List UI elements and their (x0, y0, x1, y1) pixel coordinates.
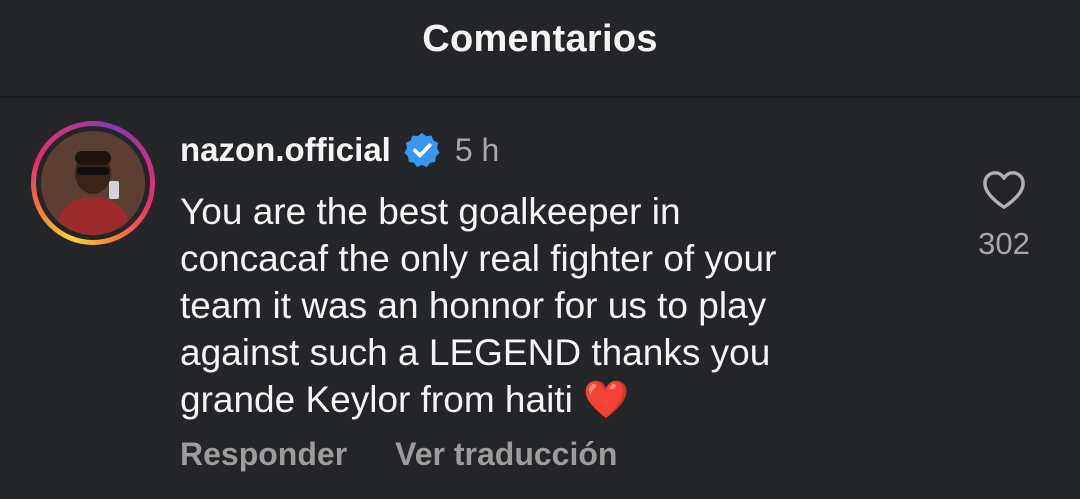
comment-actions: Responder Ver traducción (180, 436, 665, 473)
comments-header: Comentarios (0, 0, 1080, 98)
comment-text: You are the best goalkeeper in concacaf … (180, 191, 777, 420)
like-count: 302 (978, 226, 1030, 261)
reply-button[interactable]: Responder (180, 436, 347, 473)
username-link[interactable]: nazon.official (180, 131, 391, 169)
page-title: Comentarios (422, 18, 658, 60)
verified-badge-icon (404, 132, 440, 168)
see-translation-button[interactable]: Ver traducción (395, 436, 617, 473)
avatar[interactable] (41, 131, 145, 235)
heart-outline-icon[interactable] (981, 169, 1027, 211)
comment-timestamp: 5 h (454, 131, 500, 168)
avatar-story-ring[interactable] (31, 121, 155, 245)
comment-header-row: nazon.official 5 h (180, 128, 499, 172)
avatar-photo (41, 131, 145, 235)
